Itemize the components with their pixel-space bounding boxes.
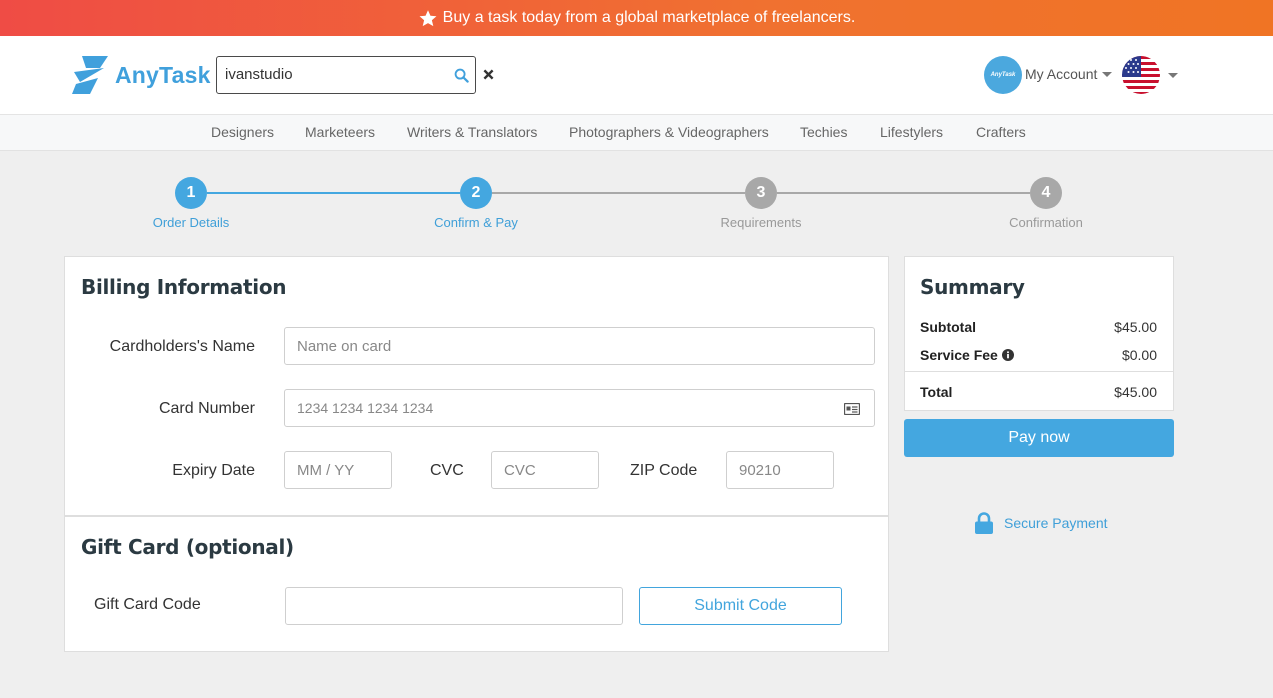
promo-banner[interactable]: Buy a task today from a global marketpla…: [0, 0, 1273, 36]
cardholder-name-input[interactable]: [285, 328, 874, 364]
close-icon[interactable]: [483, 69, 494, 80]
cvc-field[interactable]: [491, 451, 599, 489]
step-connector: [207, 192, 460, 194]
gift-card-code-input[interactable]: [286, 588, 622, 624]
step-4-label: Confirmation: [1009, 215, 1083, 230]
gift-card-code-field[interactable]: [285, 587, 623, 625]
step-3-circle: 3: [745, 177, 777, 209]
total-row: Total $45.00: [920, 384, 1157, 400]
subtotal-value: $45.00: [1114, 319, 1157, 335]
gift-card-title: Gift Card (optional): [81, 535, 294, 559]
cvc-input[interactable]: [492, 452, 598, 488]
expiry-date-field[interactable]: [284, 451, 392, 489]
star-icon: [419, 9, 437, 26]
secure-payment-label: Secure Payment: [1004, 515, 1108, 531]
secure-payment-link[interactable]: Secure Payment: [974, 512, 1108, 534]
step-3-label: Requirements: [720, 215, 802, 230]
step-connector: [777, 192, 1030, 194]
step-2-label: Confirm & Pay: [434, 215, 518, 230]
step-4-circle: 4: [1030, 177, 1062, 209]
gift-card-code-label: Gift Card Code: [94, 596, 201, 613]
card-number-input[interactable]: [285, 390, 874, 426]
category-lifestylers[interactable]: Lifestylers: [880, 124, 943, 140]
service-fee-row: Service Fee $0.00: [920, 347, 1157, 363]
chevron-down-icon[interactable]: [1168, 73, 1178, 78]
zip-code-field[interactable]: [726, 451, 834, 489]
summary-title: Summary: [920, 275, 1025, 299]
card-number-field[interactable]: [284, 389, 875, 427]
service-fee-label: Service Fee: [920, 347, 998, 363]
my-account-menu[interactable]: My Account: [1025, 66, 1113, 82]
search-input[interactable]: [225, 66, 445, 83]
pay-now-button[interactable]: Pay now: [904, 419, 1174, 457]
cardholder-name-label: Cardholders's Name: [109, 338, 255, 355]
card-number-label: Card Number: [158, 400, 255, 417]
category-crafters[interactable]: Crafters: [976, 124, 1026, 140]
service-fee-value: $0.00: [1121, 347, 1157, 363]
subtotal-row: Subtotal $45.00: [920, 319, 1157, 335]
search-icon[interactable]: [454, 68, 469, 83]
cvc-label: CVC: [430, 462, 464, 479]
avatar[interactable]: AnyTask: [984, 56, 1022, 94]
step-connector: [492, 192, 745, 194]
category-photographers-videographers[interactable]: Photographers & Videographers: [569, 124, 769, 140]
category-techies[interactable]: Techies: [800, 124, 847, 140]
subtotal-label: Subtotal: [920, 319, 976, 335]
zip-code-label: ZIP Code: [630, 462, 698, 479]
step-2-circle: 2: [460, 177, 492, 209]
cardholder-name-field[interactable]: [284, 327, 875, 365]
step-1-circle[interactable]: 1: [175, 177, 207, 209]
total-value: $45.00: [1114, 384, 1157, 400]
logo-text: AnyTask: [115, 61, 211, 88]
info-icon[interactable]: [1001, 349, 1014, 361]
anytask-logo[interactable]: AnyTask: [70, 54, 211, 96]
category-designers[interactable]: Designers: [211, 124, 274, 140]
chevron-down-icon: [1102, 71, 1113, 77]
avatar-logo-text: AnyTask: [990, 72, 1016, 78]
submit-code-button[interactable]: Submit Code: [639, 587, 842, 625]
expiry-date-input[interactable]: [285, 452, 391, 488]
billing-title: Billing Information: [81, 275, 287, 299]
summary-divider: [905, 371, 1173, 372]
site-header: AnyTask AnyTask My Account: [0, 36, 1273, 115]
zip-code-input[interactable]: [727, 452, 833, 488]
step-1-label[interactable]: Order Details: [111, 215, 271, 230]
us-flag-icon[interactable]: [1122, 56, 1160, 94]
lock-icon: [975, 512, 993, 534]
expiry-date-label: Expiry Date: [172, 462, 255, 479]
search-box[interactable]: [216, 56, 476, 94]
category-marketeers[interactable]: Marketeers: [305, 124, 375, 140]
credit-card-icon: [844, 403, 860, 415]
category-nav: Designers Marketeers Writers & Translato…: [0, 115, 1273, 151]
total-label: Total: [920, 384, 953, 400]
my-account-label: My Account: [1025, 66, 1098, 82]
category-writers-translators[interactable]: Writers & Translators: [407, 124, 537, 140]
promo-text: Buy a task today from a global marketpla…: [442, 9, 856, 26]
logo-bolt-icon: [72, 56, 108, 94]
